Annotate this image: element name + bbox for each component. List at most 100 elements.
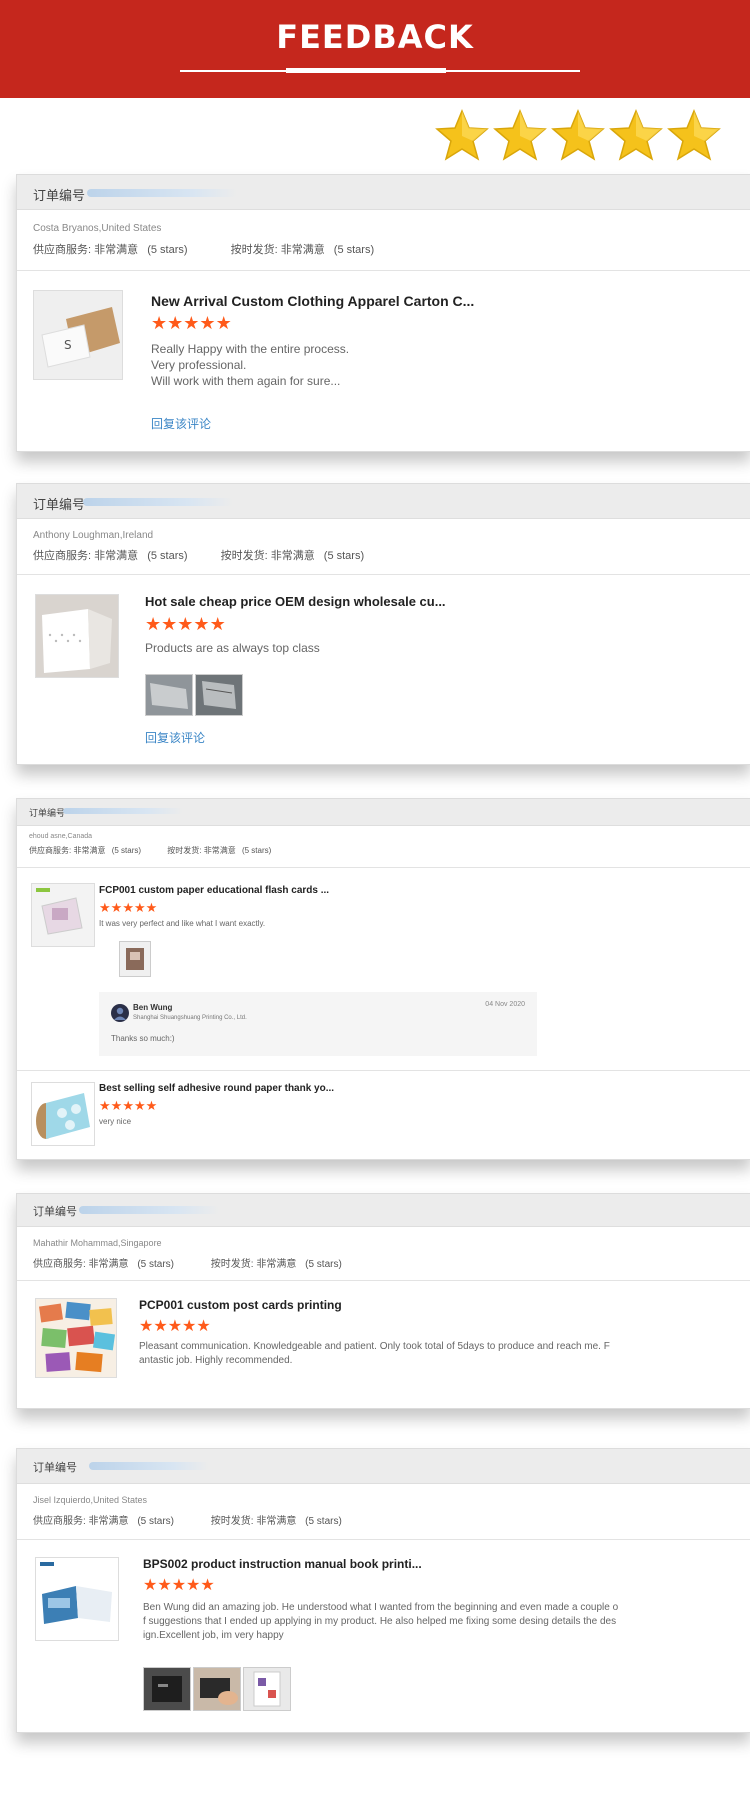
product-rating: ★ ★ ★ ★ ★ [145,614,226,635]
buyer-name: Anthony Loughman,Ireland [33,530,154,541]
supplier-stars: (5 stars) [137,1516,175,1527]
cards-photo-icon [120,942,150,976]
product-rating: ★ ★ ★ ★ ★ [139,1316,211,1336]
product-title[interactable]: PCP001 custom post cards printing [139,1298,342,1312]
star-icon: ★ [157,1577,172,1594]
product-thumbnail[interactable] [35,594,119,678]
product-title[interactable]: FCP001 custom paper educational flash ca… [99,885,329,896]
star-icon: ★ [196,1318,211,1335]
divider [17,574,750,575]
rating-summary: 供应商服务: 非常满意 (5 stars) 按时发货: 非常满意 (5 star… [33,1512,342,1527]
shipping-stars: (5 stars) [241,846,272,855]
order-number-redacted [87,189,237,197]
star-icon: ★ [167,313,184,333]
avatar [111,1004,129,1022]
buyer-name: Jisel Izquierdo,United States [33,1495,148,1505]
star-icon: ★ [133,900,146,915]
order-header: 订单编号 [17,1449,750,1484]
gold-star-icon [609,109,663,161]
star-icon: ★ [110,1098,123,1113]
product-thumbnail[interactable] [31,1082,95,1146]
product-title[interactable]: Best selling self adhesive round paper t… [99,1083,334,1094]
review-photo[interactable] [119,941,151,977]
star-icon: ★ [145,900,158,915]
review-card: 订单编号 ehoud asne,Canada 供应商服务: 非常满意 (5 st… [16,798,750,1160]
supplier-service-rating: 供应商服务: 非常满意 [33,1516,129,1527]
star-icon: ★ [143,1577,158,1594]
review-card: 订单编号 Costa Bryanos,United States 供应商服务: … [16,174,750,452]
star-icon: ★ [161,614,178,634]
product-rating: ★ ★ ★ ★ ★ [143,1575,215,1595]
star-icon: ★ [133,1098,146,1113]
hand-holding-box-photo-icon [194,1668,240,1710]
review-photo[interactable] [143,1667,191,1711]
order-number-label: 订单编号 [29,808,66,818]
star-icon: ★ [110,900,123,915]
order-header: 订单编号 [17,799,750,826]
star-icon: ★ [171,1577,187,1594]
shipping-rating: 按时发货: 非常满意 [230,244,325,256]
product-thumbnail[interactable]: S [33,290,123,380]
rating-summary: 供应商服务: 非常满意 (5 stars) 按时发货: 非常满意 (5 star… [33,241,374,257]
star-icon: ★ [182,1318,197,1335]
review-photo[interactable] [145,674,193,716]
review-text: It was very perfect and like what I want… [99,919,266,928]
review-text: Products are as always top class [145,641,320,655]
sticker-roll-photo-icon [32,1083,94,1145]
order-header: 订单编号 [17,1194,750,1227]
supplier-service-rating: 供应商服务: 非常满意 [33,550,139,562]
order-number-label: 订单编号 [33,497,86,512]
title-underline-accent [286,68,446,73]
shipping-rating: 按时发货: 非常满意 [210,1516,297,1527]
shipping-stars: (5 stars) [333,244,375,256]
star-icon: ★ [151,313,168,333]
gold-star-icon [551,109,605,161]
manual-booklet-photo-icon [36,1558,118,1640]
star-icon: ★ [186,1577,201,1594]
buyer-name: Costa Bryanos,United States [33,223,162,234]
star-icon: ★ [139,1318,154,1335]
star-icon: ★ [183,313,200,333]
product-thumbnail[interactable] [35,1298,117,1378]
gold-star-icon [667,109,721,161]
gold-star-icon [435,109,489,161]
product-title[interactable]: BPS002 product instruction manual book p… [143,1557,422,1571]
supplier-reply-name: Ben Wung [133,1003,173,1012]
product-thumbnail[interactable] [31,883,95,947]
review-text: Ben Wung did an amazing job. He understo… [143,1602,619,1641]
product-thumbnail[interactable] [35,1557,119,1641]
supplier-stars: (5 stars) [137,1259,175,1270]
supplier-stars: (5 stars) [147,244,188,256]
divider [17,1070,750,1071]
supplier-service-rating: 供应商服务: 非常满意 [29,846,106,855]
divider [17,1280,750,1281]
star-icon: ★ [167,1318,183,1335]
buyer-name: Mahathir Mohammad,Singapore [33,1238,162,1248]
product-title[interactable]: New Arrival Custom Clothing Apparel Cart… [151,293,474,309]
divider [17,1539,750,1540]
order-number-label: 订单编号 [33,1206,77,1218]
order-number-redacted [63,808,183,814]
star-icon: ★ [122,1098,134,1113]
feedback-banner: FEEDBACK [0,0,750,98]
product-title[interactable]: Hot sale cheap price OEM design wholesal… [145,594,446,609]
rating-summary: 供应商服务: 非常满意 (5 stars) 按时发货: 非常满意 (5 star… [33,547,364,563]
manual-page-photo-icon [244,1668,290,1710]
reply-to-review-link[interactable]: 回复该评论 [151,415,211,432]
star-icon: ★ [215,313,232,333]
packaging-photo-icon [146,675,192,715]
shipping-stars: (5 stars) [305,1516,342,1527]
review-photo[interactable] [243,1667,291,1711]
shipping-rating: 按时发货: 非常满意 [167,846,236,855]
svg-text:S: S [64,338,72,352]
order-number-label: 订单编号 [33,1462,77,1474]
reply-to-review-link[interactable]: 回复该评论 [145,729,205,746]
star-icon: ★ [153,1318,168,1335]
product-rating: ★ ★ ★ ★ ★ [99,900,157,916]
star-icon: ★ [99,900,111,915]
review-photo[interactable] [193,1667,241,1711]
supplier-reply: Ben Wung Shanghai Shuangshuang Printing … [99,992,537,1056]
shipping-stars: (5 stars) [323,550,365,562]
review-photo[interactable] [195,674,243,716]
star-icon: ★ [145,1098,158,1113]
